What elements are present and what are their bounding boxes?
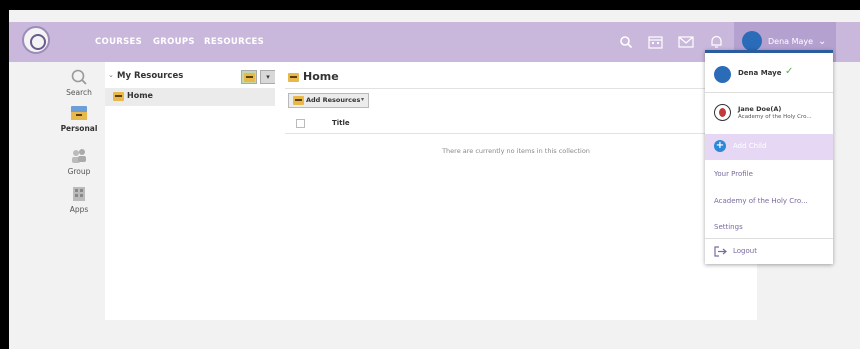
check-icon: ✓ xyxy=(785,66,794,77)
search-icon xyxy=(71,69,87,85)
school-item[interactable]: Academy of the Holy Cro... xyxy=(705,191,833,211)
current-user-item[interactable]: Dena Maye ✓ xyxy=(705,59,833,89)
nav-groups[interactable]: GROUPS xyxy=(153,22,195,62)
school-logo[interactable] xyxy=(22,26,50,54)
rail-item-label: Apps xyxy=(69,205,89,214)
tree-options-button[interactable]: ▾ xyxy=(260,70,276,84)
add-child-label: Add Child xyxy=(733,142,767,150)
divider xyxy=(705,92,833,93)
rail-item-group[interactable]: Group xyxy=(49,147,109,176)
group-icon xyxy=(72,149,86,163)
your-profile-label: Your Profile xyxy=(714,170,753,178)
plus-icon: + xyxy=(714,140,726,152)
app-frame: COURSES GROUPS RESOURCES Dena Maye ⌄ Sea… xyxy=(9,10,860,349)
resource-icon xyxy=(293,96,304,105)
divider xyxy=(705,238,833,239)
logout-label: Logout xyxy=(733,247,757,255)
folder-icon xyxy=(71,106,87,120)
chevron-down-icon: ▾ xyxy=(361,96,365,103)
bell-icon[interactable] xyxy=(706,32,726,52)
user-avatar xyxy=(714,66,731,83)
add-resources-button[interactable]: Add Resources ▾ xyxy=(288,93,369,108)
rail-item-label: Personal xyxy=(60,124,98,133)
child-account-item[interactable]: Jane Doe(A) Academy of the Holy Cro... xyxy=(705,95,833,131)
tree-title: My Resources xyxy=(117,71,184,81)
calendar-icon[interactable] xyxy=(645,32,665,52)
add-folder-icon xyxy=(244,73,255,82)
user-avatar xyxy=(742,31,762,51)
add-resources-label: Add Resources xyxy=(306,96,361,104)
tree-item-home[interactable]: Home xyxy=(105,88,275,106)
settings-item[interactable]: Settings xyxy=(705,217,833,237)
empty-message: There are currently no items in this col… xyxy=(442,147,590,155)
nav-courses[interactable]: COURSES xyxy=(95,22,142,62)
rail-item-search[interactable]: Search xyxy=(49,68,109,97)
current-user-name: Dena Maye xyxy=(738,69,782,77)
child-school: Academy of the Holy Cro... xyxy=(738,114,812,120)
mail-icon[interactable] xyxy=(676,32,696,52)
page-title: Home xyxy=(303,70,339,83)
add-child-item[interactable]: + Add Child xyxy=(705,134,833,160)
rail-item-label: Search xyxy=(66,88,92,97)
collapse-caret-icon[interactable]: ⌄ xyxy=(108,71,114,79)
select-all-checkbox[interactable] xyxy=(296,119,305,128)
school-label: Academy of the Holy Cro... xyxy=(714,197,808,205)
rail-item-label: Group xyxy=(67,167,91,176)
apps-icon xyxy=(73,187,85,201)
child-avatar xyxy=(714,104,731,121)
user-dropdown-menu: Dena Maye ✓ Jane Doe(A) Academy of the H… xyxy=(705,50,833,264)
resources-tree-panel: ⌄ My Resources ▾ Home xyxy=(105,62,276,320)
your-profile-item[interactable]: Your Profile xyxy=(705,164,833,184)
collection-panel: Home Add Resources ▾ Title There are cur… xyxy=(275,62,757,320)
left-rail: Search Personal Group Apps xyxy=(49,62,109,214)
logout-item[interactable]: Logout xyxy=(705,241,833,263)
rail-item-apps[interactable]: Apps xyxy=(49,185,109,214)
tree-header: ⌄ My Resources ▾ xyxy=(105,68,276,86)
divider xyxy=(285,88,757,89)
mascot-icon xyxy=(719,108,726,117)
rail-item-personal[interactable]: Personal xyxy=(49,104,109,133)
logout-icon xyxy=(714,246,727,257)
add-folder-button[interactable] xyxy=(241,70,257,84)
table-header: Title xyxy=(285,115,757,134)
search-icon[interactable] xyxy=(616,32,636,52)
child-name: Jane Doe(A) xyxy=(738,105,782,113)
nav-resources[interactable]: RESOURCES xyxy=(204,22,264,62)
settings-label: Settings xyxy=(714,223,743,231)
tree-item-label: Home xyxy=(127,91,153,100)
folder-icon xyxy=(113,92,124,101)
column-title[interactable]: Title xyxy=(332,119,350,127)
folder-icon xyxy=(288,73,299,82)
